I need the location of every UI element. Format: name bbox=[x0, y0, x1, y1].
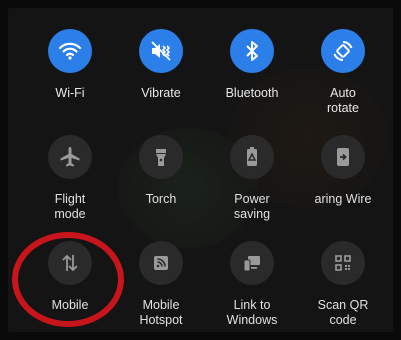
mobile-hotspot-button[interactable] bbox=[139, 241, 183, 285]
tile-mobile-hotspot[interactable]: Mobile Hotspot bbox=[115, 241, 207, 328]
tile-label: Torch bbox=[145, 192, 177, 206]
wireless-sharing-icon bbox=[337, 148, 349, 166]
torch-button[interactable] bbox=[139, 135, 183, 179]
link-to-windows-icon bbox=[243, 256, 260, 272]
tile-scan-qr[interactable]: Scan QR code bbox=[297, 241, 389, 328]
auto-rotate-icon bbox=[333, 40, 353, 62]
tile-label: Mobile bbox=[51, 298, 89, 312]
tile-bluetooth[interactable]: Bluetooth bbox=[206, 29, 298, 101]
tile-label: Wi-Fi bbox=[55, 86, 85, 100]
bluetooth-icon bbox=[246, 41, 258, 61]
wifi-icon bbox=[58, 42, 82, 60]
flight-mode-button[interactable] bbox=[48, 135, 92, 179]
airplane-icon bbox=[60, 147, 80, 167]
tile-wifi[interactable]: Wi-Fi bbox=[24, 29, 116, 101]
scan-qr-button[interactable] bbox=[321, 241, 365, 285]
vibrate-icon bbox=[151, 41, 171, 61]
tile-label: Vibrate bbox=[141, 86, 181, 100]
mobile-data-icon bbox=[62, 254, 78, 272]
tile-label: aring Wire bbox=[314, 192, 372, 206]
tile-label: Scan QR code bbox=[317, 298, 369, 327]
wifi-button[interactable] bbox=[48, 29, 92, 73]
power-saving-icon bbox=[247, 147, 257, 166]
wireless-sharing-button[interactable] bbox=[321, 135, 365, 179]
quick-settings-panel: Wi-Fi Vibrate Bluetooth Auto rotate Flig… bbox=[8, 8, 393, 332]
tile-torch[interactable]: Torch bbox=[115, 135, 207, 207]
power-saving-button[interactable] bbox=[230, 135, 274, 179]
link-to-windows-button[interactable] bbox=[230, 241, 274, 285]
auto-rotate-button[interactable] bbox=[321, 29, 365, 73]
bluetooth-button[interactable] bbox=[230, 29, 274, 73]
tile-auto-rotate[interactable]: Auto rotate bbox=[297, 29, 389, 116]
tile-wireless-sharing[interactable]: aring Wire bbox=[297, 135, 389, 207]
torch-icon bbox=[156, 149, 166, 166]
tile-power-saving[interactable]: Power saving bbox=[206, 135, 298, 222]
tile-label: Power saving bbox=[233, 192, 271, 221]
hotspot-icon bbox=[154, 256, 168, 270]
tile-label: Flight mode bbox=[54, 192, 86, 221]
mobile-data-button[interactable] bbox=[48, 241, 92, 285]
vibrate-button[interactable] bbox=[139, 29, 183, 73]
qr-code-icon bbox=[335, 255, 351, 271]
tile-mobile-data[interactable]: Mobile bbox=[24, 241, 116, 313]
tile-flight-mode[interactable]: Flight mode bbox=[24, 135, 116, 222]
tile-label: Auto rotate bbox=[327, 86, 359, 115]
tile-label: Bluetooth bbox=[225, 86, 279, 100]
tile-link-to-windows[interactable]: Link to Windows bbox=[206, 241, 298, 328]
tile-vibrate[interactable]: Vibrate bbox=[115, 29, 207, 101]
tile-label: Mobile Hotspot bbox=[139, 298, 183, 327]
tile-label: Link to Windows bbox=[226, 298, 278, 327]
